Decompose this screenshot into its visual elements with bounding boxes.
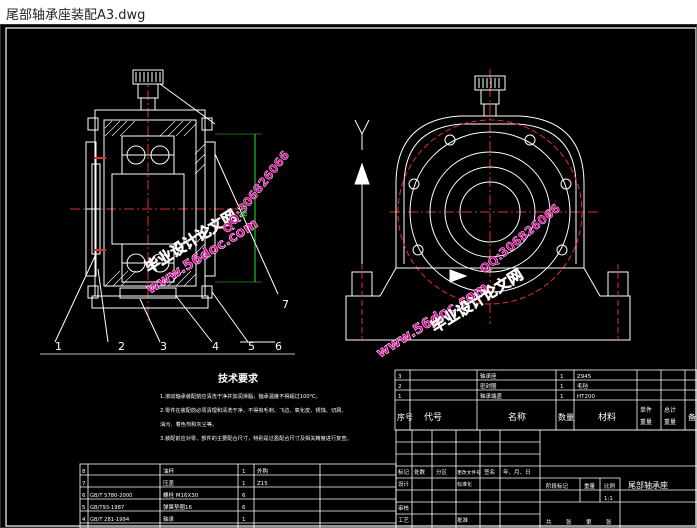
bom-lower-no: 5 [82,505,86,511]
tb-change-doc: 更改文件号 [457,469,481,476]
bom-upper-qty: 1 [560,384,564,390]
balloon-2: 2 [118,340,125,353]
tb-zone: 分区 [436,468,448,476]
balloon-6: 6 [275,340,282,353]
tb-scale-value: 1:1 [604,496,613,502]
tech-heading: 技术要求 [218,372,259,385]
bom-lower-code: GB/T 281-1994 [90,517,130,523]
bom-lower-name: 轴承 [163,515,175,523]
tb-design: 设计 [398,480,410,488]
bom-header-material: 材料 [598,411,616,423]
bom-lower-no: 6 [82,493,86,499]
tb-sheet2: 张 [606,518,612,526]
balloon-4: 4 [212,340,219,353]
bom-lower-name: 油杯 [163,467,175,475]
bom-lower-qty: 1 [242,517,246,523]
technical-requirements: 技术要求 1.滚动轴承装配前应清洗干净并加润滑脂，轴承温度不得超过100℃。 2… [160,372,352,442]
bom-lower-code: GB/T93-1987 [90,505,124,511]
bom-upper-qty: 1 [560,394,564,400]
window-titlebar: 尾部轴承座装配A3.dwg [0,0,697,25]
bom-upper-material: 毛毡 [577,382,589,390]
tb-standard: 标准化 [457,481,472,488]
tb-drawing-name: 尾部轴承座 [628,480,668,490]
tech-line-1: 1.滚动轴承装配前应清洗干净并加润滑脂，轴承温度不得超过100℃。 [160,392,321,400]
balloon-5: 5 [248,340,255,353]
part-balloons: 1 2 3 4 5 6 7 [55,298,289,353]
tb-weight: 重量 [584,482,596,490]
bom-lower-name: 弹簧垫圈16 [163,503,192,511]
bom-lower-no: 4 [82,517,86,523]
tb-count: 处数 [414,468,426,476]
bom-upper-material: Z945 [577,374,592,380]
bom-lower-code: GB/T 5780-2000 [90,493,132,499]
window-title: 尾部轴承座装配A3.dwg [6,8,146,23]
drawing-frame [0,24,697,528]
bom-header-name: 名称 [508,411,526,423]
bom-header-qty: 数量 [558,412,574,422]
drawing-canvas[interactable]: 1 2 3 4 5 6 7 轴承 技术要求 1.滚动轴承装配前应清洗干净并加润滑脂，轴承温度… [0,24,697,528]
watermarks: www.56doc.com 毕业设计论文网 QQ:306826066 www.5… [141,148,563,362]
bom-header-unit-w1: 单件 [640,406,652,414]
bom-upper-no: 3 [398,374,402,380]
bom-header-no: 序号 [397,412,413,422]
tech-line-2: 2.零件在装配前必须清理和清洗干净，不得有毛刺、飞边、氧化皮、锈蚀、切屑、 [160,406,347,414]
balloon-7: 7 [282,298,289,311]
bom-header-code: 代号 [424,412,442,423]
bom-upper-qty: 1 [560,374,564,380]
bom-lower-qty: 6 [242,493,246,499]
tb-total: 共 [546,518,552,526]
balloon-3: 3 [160,340,167,353]
bom-header-total-w2: 重量 [664,418,676,426]
tb-sheet: 张 [566,518,572,526]
tb-approve: 批准 [457,516,469,524]
bom-upper-name: 轴承端盖 [480,392,503,400]
title-block-grid [395,429,697,528]
tb-date: 年、月、日 [503,468,531,476]
tb-mark: 标记 [398,468,410,476]
title-block-text: 标记 处数 分区 更改文件号 签名 年、月、日 设计 标准化 阶段标记 重量 比… [398,468,668,526]
tech-line-3: 油污、着色剂和灰尘等。 [160,420,217,428]
bom-lower-mat: Z15 [257,481,268,487]
bom-header-unit-w2: 重量 [640,418,652,426]
bom-header-total-w1: 总计 [664,406,676,414]
tb-stage: 阶段标记 [546,482,569,490]
bom-lower-qty: 1 [242,481,246,487]
bom-lower-mat: 外购 [257,467,269,475]
bom-upper-no: 1 [398,394,402,400]
bom-lower-no: 8 [82,469,86,475]
bom-upper-name: 密封圈 [480,382,497,390]
bom-header-note: 备 [688,412,696,422]
cad-drawing: 1 2 3 4 5 6 7 轴承 技术要求 1.滚动轴承装配前应清洗干净并加润滑脂… [0,24,697,528]
balloon-1: 1 [55,340,62,353]
tb-process: 工艺 [398,517,410,524]
bom-upper-name: 轴承座 [480,372,497,380]
tb-scale: 比例 [604,482,616,490]
tb-review: 审核 [398,504,410,512]
bom-lower-qty: 1 [242,469,246,475]
bom-lower-no: 7 [82,481,86,487]
bom-lower-qty: 6 [242,505,246,511]
bom-lower-name: 螺栓 M16X30 [163,491,199,499]
bom-lower-name: 压盖 [163,479,175,487]
bom-upper-no: 2 [398,384,402,390]
tb-sign: 签名 [484,468,495,476]
tech-line-4: 3.装配前应对零、部件的主要配合尺寸，特别是过盈配合尺寸及相关精度进行复查。 [160,434,352,442]
tb-page: 第 [586,518,592,526]
bom-upper-material: HT200 [577,394,595,400]
section-view [40,69,295,355]
